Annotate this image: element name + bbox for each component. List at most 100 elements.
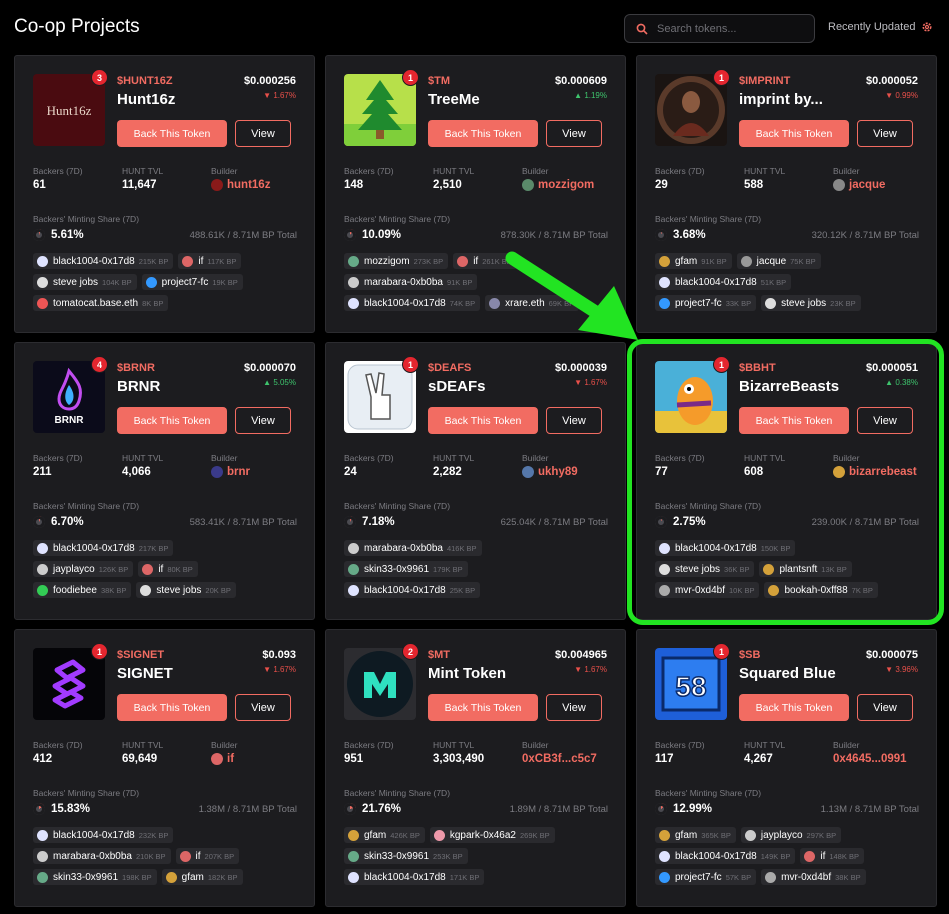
backer-chip[interactable]: jacque 75K BP bbox=[736, 253, 821, 269]
backer-chip[interactable]: black1004-0x17d8 232K BP bbox=[33, 827, 174, 843]
rank-badge: 1 bbox=[402, 356, 419, 373]
token-name[interactable]: BRNR bbox=[117, 378, 160, 395]
backer-chip[interactable]: skin33-0x9961 253K BP bbox=[344, 848, 468, 864]
token-name[interactable]: sDEAFs bbox=[428, 378, 486, 395]
backer-avatar bbox=[37, 850, 48, 862]
backer-chip[interactable]: black1004-0x17d8 171K BP bbox=[344, 869, 485, 885]
backer-chip[interactable]: marabara-0xb0ba 210K BP bbox=[33, 848, 171, 864]
backer-chip[interactable]: kgpark-0x46a2 269K BP bbox=[429, 827, 555, 843]
backer-chip[interactable]: black1004-0x17d8 149K BP bbox=[655, 848, 796, 864]
token-name[interactable]: Squared Blue bbox=[739, 665, 836, 682]
token-price: $0.000052 bbox=[866, 75, 918, 87]
token-name[interactable]: Hunt16z bbox=[117, 91, 175, 108]
backer-chip[interactable]: project7-fc 33K BP bbox=[655, 295, 757, 311]
builder-link[interactable]: jacque bbox=[833, 179, 885, 191]
view-button[interactable]: View bbox=[235, 120, 291, 147]
builder-label: Builder bbox=[522, 166, 549, 176]
share-progress-ring bbox=[655, 803, 667, 815]
backer-chip[interactable]: black1004-0x17d8 217K BP bbox=[33, 540, 174, 556]
backer-chip[interactable]: skin33-0x9961 179K BP bbox=[344, 561, 468, 577]
backer-chip[interactable]: if 117K BP bbox=[178, 253, 242, 269]
chip-row: gfam 91K BP jacque 75K BP bbox=[655, 253, 923, 269]
builder-link[interactable]: mozzigom bbox=[522, 179, 594, 191]
backer-chip[interactable]: gfam 91K BP bbox=[655, 253, 732, 269]
token-price: $0.000070 bbox=[244, 362, 296, 374]
backer-chip[interactable]: skin33-0x9961 198K BP bbox=[33, 869, 157, 885]
backer-chip[interactable]: marabara-0xb0ba 91K BP bbox=[344, 274, 478, 290]
token-price: $0.000609 bbox=[555, 75, 607, 87]
backer-chip[interactable]: jayplayco 126K BP bbox=[33, 561, 134, 577]
back-token-button[interactable]: Back This Token bbox=[739, 694, 849, 721]
backer-chips: gfam 91K BP jacque 75K BP black1004-0x17d8 51… bbox=[655, 253, 923, 316]
token-ticker: $TM bbox=[428, 75, 450, 87]
view-button[interactable]: View bbox=[546, 694, 602, 721]
share-row: 15.83% 1.38M / 8.71M BP Total bbox=[33, 803, 297, 815]
builder-link[interactable]: if bbox=[211, 753, 234, 765]
backer-chip[interactable]: jayplayco 297K BP bbox=[740, 827, 842, 843]
backer-chip[interactable]: foodiebee 38K BP bbox=[33, 582, 132, 598]
backer-chips: black1004-0x17d8 215K BP if 117K BP steve jo… bbox=[33, 253, 301, 316]
backer-avatar bbox=[348, 584, 359, 596]
builder-link[interactable]: 0x4645...0991 bbox=[833, 753, 907, 765]
share-total: 320.12K / 8.71M BP Total bbox=[811, 229, 919, 241]
sort-dropdown[interactable]: Recently Updated bbox=[828, 21, 933, 33]
builder-link[interactable]: 0xCB3f...c5c7 bbox=[522, 753, 597, 765]
token-name[interactable]: TreeMe bbox=[428, 91, 480, 108]
chip-row: gfam 426K BP kgpark-0x46a2 269K BP bbox=[344, 827, 612, 843]
back-token-button[interactable]: Back This Token bbox=[117, 694, 227, 721]
backer-chip[interactable]: project7-fc 57K BP bbox=[655, 869, 757, 885]
builder-link[interactable]: ukhy89 bbox=[522, 466, 578, 478]
token-name[interactable]: Mint Token bbox=[428, 665, 506, 682]
backer-chip[interactable]: project7-fc 19K BP bbox=[141, 274, 243, 290]
backer-chip[interactable]: gfam 182K BP bbox=[161, 869, 243, 885]
builder-label: Builder bbox=[833, 166, 860, 176]
back-token-button[interactable]: Back This Token bbox=[117, 407, 227, 434]
view-button[interactable]: View bbox=[857, 694, 913, 721]
search-input[interactable] bbox=[657, 22, 807, 35]
backer-chip[interactable]: black1004-0x17d8 74K BP bbox=[344, 295, 481, 311]
backer-chip[interactable]: marabara-0xb0ba 416K BP bbox=[344, 540, 482, 556]
backer-name: steve jobs bbox=[53, 276, 99, 288]
backer-chip[interactable]: mvr-0xd4bf 38K BP bbox=[761, 869, 866, 885]
token-ticker: $MT bbox=[428, 649, 450, 661]
backer-avatar bbox=[37, 829, 48, 841]
backer-chip[interactable]: black1004-0x17d8 25K BP bbox=[344, 582, 481, 598]
backer-name: black1004-0x17d8 bbox=[53, 829, 135, 841]
share-progress-ring bbox=[33, 803, 45, 815]
backer-bp: 182K BP bbox=[207, 872, 238, 882]
view-button[interactable]: View bbox=[546, 407, 602, 434]
back-token-button[interactable]: Back This Token bbox=[428, 694, 538, 721]
back-token-button[interactable]: Back This Token bbox=[739, 120, 849, 147]
view-button[interactable]: View bbox=[235, 694, 291, 721]
backer-chip[interactable]: steve jobs 20K BP bbox=[136, 582, 236, 598]
back-token-button[interactable]: Back This Token bbox=[428, 407, 538, 434]
backers-label: Backers (7D) bbox=[655, 740, 705, 750]
view-button[interactable]: View bbox=[857, 120, 913, 147]
backer-chip[interactable]: if 207K BP bbox=[175, 848, 240, 864]
backer-chip[interactable]: black1004-0x17d8 51K BP bbox=[655, 274, 792, 290]
backer-chip[interactable]: gfam 426K BP bbox=[344, 827, 425, 843]
builder-link[interactable]: hunt16z bbox=[211, 179, 270, 191]
back-token-button[interactable]: Back This Token bbox=[117, 120, 227, 147]
backer-chip[interactable]: gfam 365K BP bbox=[655, 827, 736, 843]
builder-link[interactable]: brnr bbox=[211, 466, 250, 478]
backer-chip[interactable]: steve jobs 23K BP bbox=[761, 295, 861, 311]
backers-value: 61 bbox=[33, 179, 46, 191]
price-change: ▼ 3.96% bbox=[885, 665, 918, 674]
token-name[interactable]: imprint by... bbox=[739, 91, 823, 108]
back-token-button[interactable]: Back This Token bbox=[428, 120, 538, 147]
backer-chip[interactable]: mozzigom 273K BP bbox=[344, 253, 449, 269]
view-button[interactable]: View bbox=[235, 407, 291, 434]
backer-avatar bbox=[348, 276, 359, 288]
backer-chip[interactable]: black1004-0x17d8 215K BP bbox=[33, 253, 174, 269]
backer-chip[interactable]: tomatocat.base.eth 8K BP bbox=[33, 295, 169, 311]
token-name[interactable]: SIGNET bbox=[117, 665, 173, 682]
tvl-label: HUNT TVL bbox=[122, 453, 164, 463]
share-total: 1.13M / 8.71M BP Total bbox=[820, 803, 919, 815]
backer-chip[interactable]: steve jobs 104K BP bbox=[33, 274, 137, 290]
backer-chip[interactable]: if 80K BP bbox=[138, 561, 198, 577]
backer-chip[interactable]: if 148K BP bbox=[800, 848, 864, 864]
search-box[interactable] bbox=[624, 14, 815, 43]
view-button[interactable]: View bbox=[546, 120, 602, 147]
rank-badge: 1 bbox=[91, 643, 108, 660]
